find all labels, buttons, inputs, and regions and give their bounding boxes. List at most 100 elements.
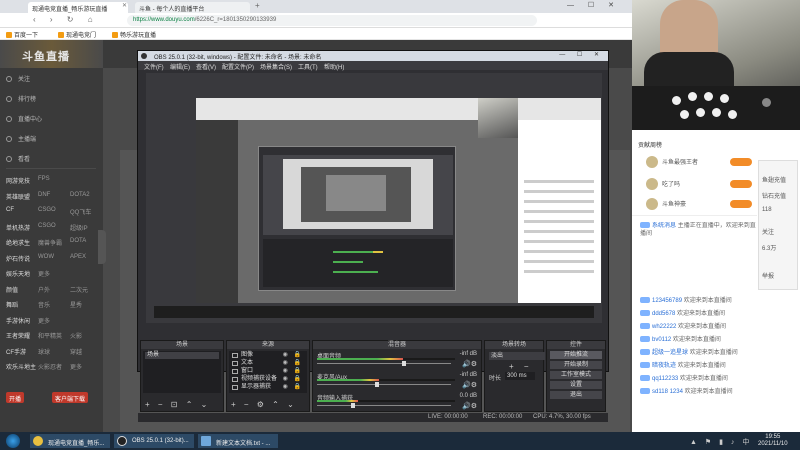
obs-menu-item[interactable]: 工具(T)	[298, 62, 318, 71]
chat-user[interactable]: 系统消息	[652, 223, 676, 229]
source-toolbar[interactable]: + − ⚙ ⌃ ⌄	[231, 400, 297, 409]
category-link[interactable]: 颜值	[6, 285, 18, 294]
duration-input[interactable]: 300 ms	[505, 372, 535, 380]
category-link[interactable]: FPS	[38, 176, 50, 182]
volume-slider-knob[interactable]	[351, 403, 355, 408]
category-link[interactable]: 王者荣耀	[6, 331, 30, 340]
category-link[interactable]: QQ飞车	[70, 207, 91, 216]
browser-tab[interactable]: 斗鱼 - 每个人的直播平台	[135, 2, 250, 13]
category-link[interactable]: 更多	[38, 269, 50, 278]
category-link[interactable]: DNF	[38, 192, 50, 198]
category-link[interactable]: 更多	[70, 362, 82, 371]
category-link[interactable]: 英雄联盟	[6, 192, 30, 201]
volume-slider-knob[interactable]	[402, 361, 407, 366]
sidebar-item-watch[interactable]: 看看	[6, 154, 30, 163]
new-tab-icon[interactable]: +	[255, 1, 260, 10]
obs-menu-item[interactable]: 查看(V)	[196, 62, 216, 71]
category-link[interactable]: 超级IP	[70, 223, 88, 232]
source-item[interactable]: 视频捕获设备 ◉ 🔒	[231, 376, 305, 383]
chat-user[interactable]: ddd5678	[652, 311, 675, 317]
close-icon[interactable]: ✕	[122, 2, 127, 9]
sidebar-item-rank[interactable]: 排行榜	[6, 94, 36, 103]
speaker-gear-icon[interactable]: 🔊⚙	[462, 381, 477, 389]
visibility-lock-icons[interactable]: ◉ 🔒	[283, 368, 303, 375]
category-link[interactable]: 单机热游	[6, 223, 30, 232]
obs-preview[interactable]	[146, 73, 602, 323]
widget-label[interactable]: 钻石充值	[762, 191, 786, 200]
chat-user[interactable]: bv0112	[652, 337, 671, 343]
category-link[interactable]: 和平精英	[38, 331, 62, 340]
control-button[interactable]: 设置	[550, 381, 602, 389]
category-link[interactable]: 炉石传说	[6, 254, 30, 263]
category-link[interactable]: 火影	[70, 331, 82, 340]
start-button[interactable]	[6, 434, 20, 448]
taskbar-item[interactable]: 现通电竞直播_畅乐...	[30, 434, 110, 448]
obs-menu-item[interactable]: 场景集合(S)	[260, 62, 292, 71]
speaker-gear-icon[interactable]: 🔊⚙	[462, 360, 477, 368]
obs-menu-item[interactable]: 文件(F)	[144, 62, 164, 71]
chat-user[interactable]: sd118 1234	[652, 389, 683, 395]
category-link[interactable]: 网游竞技	[6, 176, 30, 185]
source-item[interactable]: 窗口 ◉ 🔒	[231, 368, 305, 375]
widget-label[interactable]: 关注	[762, 227, 774, 236]
sidebar-item-anchor[interactable]: 主播端	[6, 134, 36, 143]
sidebar-item-follow[interactable]: 关注	[6, 74, 30, 83]
widget-label[interactable]: 举报	[762, 271, 774, 280]
category-link[interactable]: DOTA2	[70, 192, 90, 198]
window-controls[interactable]: — ☐ ✕	[567, 1, 620, 9]
taskbar-item[interactable]: OBS 25.0.1 (32-bit)...	[114, 434, 194, 448]
download-client-button[interactable]: 客户端下载	[52, 392, 89, 403]
clock[interactable]: 19:55 2021/11/10	[758, 434, 788, 448]
browser-tab-active[interactable]: 现通电竞直播_畅乐游玩直播	[28, 2, 128, 13]
category-link[interactable]: APEX	[70, 254, 86, 260]
category-link[interactable]: 绝地求生	[6, 238, 30, 247]
volume-slider[interactable]	[317, 363, 451, 364]
scene-toolbar[interactable]: + − ⊡ ⌃ ⌄	[145, 400, 210, 409]
bookmark[interactable]: 百度一下	[6, 30, 38, 39]
system-tray[interactable]: ▲ ⚑ ▮ ♪ 中	[690, 437, 752, 447]
obs-menu-item[interactable]: 配置文件(P)	[222, 62, 254, 71]
url-field[interactable]: https://www.douyu.com/6226C_r=1801350290…	[127, 15, 537, 26]
category-link[interactable]: 更多	[38, 316, 50, 325]
category-link[interactable]: 火影忍者	[38, 362, 62, 371]
category-link[interactable]: 星秀	[70, 300, 82, 309]
chat-user[interactable]: wh22222	[652, 324, 676, 330]
rank-row[interactable]: 吃了吗	[638, 178, 680, 190]
taskbar-item[interactable]: 新建文本文档.txt - ...	[198, 434, 278, 448]
start-live-button[interactable]: 开播	[6, 392, 25, 403]
visibility-lock-icons[interactable]: ◉ 🔒	[283, 376, 303, 383]
category-link[interactable]: CF	[6, 207, 14, 213]
category-link[interactable]: 穿越	[70, 347, 82, 356]
category-link[interactable]: CF手游	[6, 347, 26, 356]
speaker-gear-icon[interactable]: 🔊⚙	[462, 402, 477, 410]
category-link[interactable]: 魔兽争霸	[38, 238, 62, 247]
chat-user[interactable]: 暗夜轨迹	[652, 363, 676, 369]
category-link[interactable]: DOTA	[70, 238, 86, 244]
category-link[interactable]: 音乐	[38, 300, 50, 309]
category-link[interactable]: 户外	[38, 285, 50, 294]
control-button[interactable]: 开始推流	[550, 351, 602, 359]
volume-slider-knob[interactable]	[375, 382, 379, 387]
category-link[interactable]: 手游休闲	[6, 316, 30, 325]
category-link[interactable]: CSGO	[38, 207, 56, 213]
control-button[interactable]: 开始录制	[550, 361, 602, 369]
category-link[interactable]: 二次元	[70, 285, 88, 294]
chat-user[interactable]: qq112233	[652, 376, 678, 382]
rank-row[interactable]: 斗鱼最强王者	[638, 156, 698, 168]
widget-label[interactable]: 鱼翅充值	[762, 175, 786, 184]
control-button[interactable]: 工作室模式	[550, 371, 602, 379]
category-link[interactable]: CSGO	[38, 223, 56, 229]
control-button[interactable]: 退出	[550, 391, 602, 399]
source-item[interactable]: 显示器捕获 ◉ 🔒	[231, 384, 305, 391]
category-link[interactable]: 娱乐天地	[6, 269, 30, 278]
bookmark[interactable]: 现通电竞门	[58, 30, 96, 39]
source-item[interactable]: 图像 ◉ 🔒	[231, 352, 305, 359]
category-link[interactable]: 舞蹈	[6, 300, 18, 309]
transition-select[interactable]: 淡出	[489, 352, 545, 360]
chat-user[interactable]: 123456789	[652, 298, 682, 304]
visibility-lock-icons[interactable]: ◉ 🔒	[283, 352, 303, 359]
visibility-lock-icons[interactable]: ◉ 🔒	[283, 360, 303, 367]
volume-slider[interactable]	[317, 405, 451, 406]
nav-icons[interactable]: ‹ › ↻ ⌂	[33, 15, 99, 24]
sidebar-collapse-handle[interactable]	[98, 230, 106, 264]
